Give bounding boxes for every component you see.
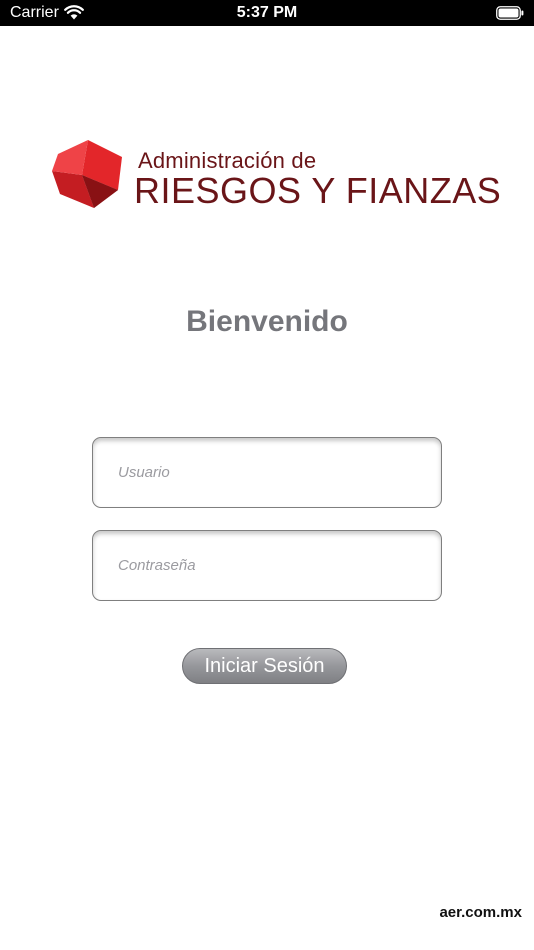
cube-logo-icon	[52, 140, 122, 208]
battery-icon	[496, 6, 524, 20]
login-button[interactable]: Iniciar Sesión	[182, 648, 347, 684]
footer-domain: aer.com.mx	[439, 904, 522, 921]
welcome-title: Bienvenido	[186, 305, 348, 338]
brand-logo: Administración de RIESGOS Y FIANZAS	[52, 140, 501, 212]
username-input[interactable]	[92, 437, 442, 508]
status-bar: Carrier 5:37 PM	[0, 0, 534, 26]
logo-line-2: RIESGOS Y FIANZAS	[134, 170, 502, 211]
status-time: 5:37 PM	[236, 4, 298, 21]
password-input[interactable]	[92, 530, 442, 601]
